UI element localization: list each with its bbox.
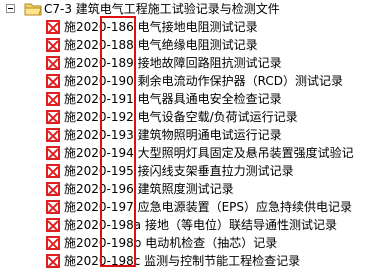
pdf-file-icon xyxy=(46,254,60,268)
tree-item-label: 施2020-190 剩余电流动作保护器（RCD）测试记录 xyxy=(64,74,343,88)
tree-item-label: 施2020-198a 接地（等电位）联结导通性测试记录 xyxy=(64,218,337,232)
pdf-file-icon xyxy=(46,56,60,70)
tree-item-label: 施2020-189 接地故障回路阻抗测试记录 xyxy=(64,56,282,70)
pdf-file-icon xyxy=(46,164,60,178)
tree-item-label: 施2020-191 电气器具通电安全检查记录 xyxy=(64,92,282,106)
pdf-file-icon xyxy=(46,146,60,160)
pdf-file-icon xyxy=(46,200,60,214)
collapse-toggle-icon[interactable] xyxy=(6,4,15,13)
pdf-file-icon xyxy=(46,182,60,196)
pdf-file-icon xyxy=(46,218,60,232)
tree-item-label: 施2020-195 接闪线支架垂直拉力测试记录 xyxy=(64,164,294,178)
pdf-file-icon xyxy=(46,74,60,88)
folder-label: C7-3 建筑电气工程施工试验记录与检测文件 xyxy=(44,2,280,16)
tree-item-label: 施2020-186 电气接地电阻测试记录 xyxy=(64,20,258,34)
pdf-file-icon xyxy=(46,236,60,250)
pdf-file-icon xyxy=(46,20,60,34)
tree-item-label: 施2020-196 建筑照度测试记录 xyxy=(64,182,234,196)
pdf-file-icon xyxy=(46,110,60,124)
tree-item-label: 施2020-193 建筑物照明通电试运行记录 xyxy=(64,128,282,142)
pdf-file-icon xyxy=(46,128,60,142)
pdf-file-icon xyxy=(46,38,60,52)
folder-open-icon xyxy=(24,3,42,16)
tree-item-label: 施2020-194 大型照明灯具固定及悬吊装置强度试验记 xyxy=(64,146,354,160)
tree-item-label: 施2020-197 应急电源装置（EPS）应急持续供电记录 xyxy=(64,200,353,214)
tree-item-label: 施2020-198b 电动机检查（抽芯）记录 xyxy=(64,236,278,250)
tree-item-label: 施2020-198c 监测与控制节能工程检查记录 xyxy=(64,254,301,268)
tree-item-label: 施2020-188 电气绝缘电阻测试记录 xyxy=(64,38,258,52)
tree-item-label: 施2020-192 电气设备空载/负荷试运行记录 xyxy=(64,110,298,124)
pdf-file-icon xyxy=(46,92,60,106)
